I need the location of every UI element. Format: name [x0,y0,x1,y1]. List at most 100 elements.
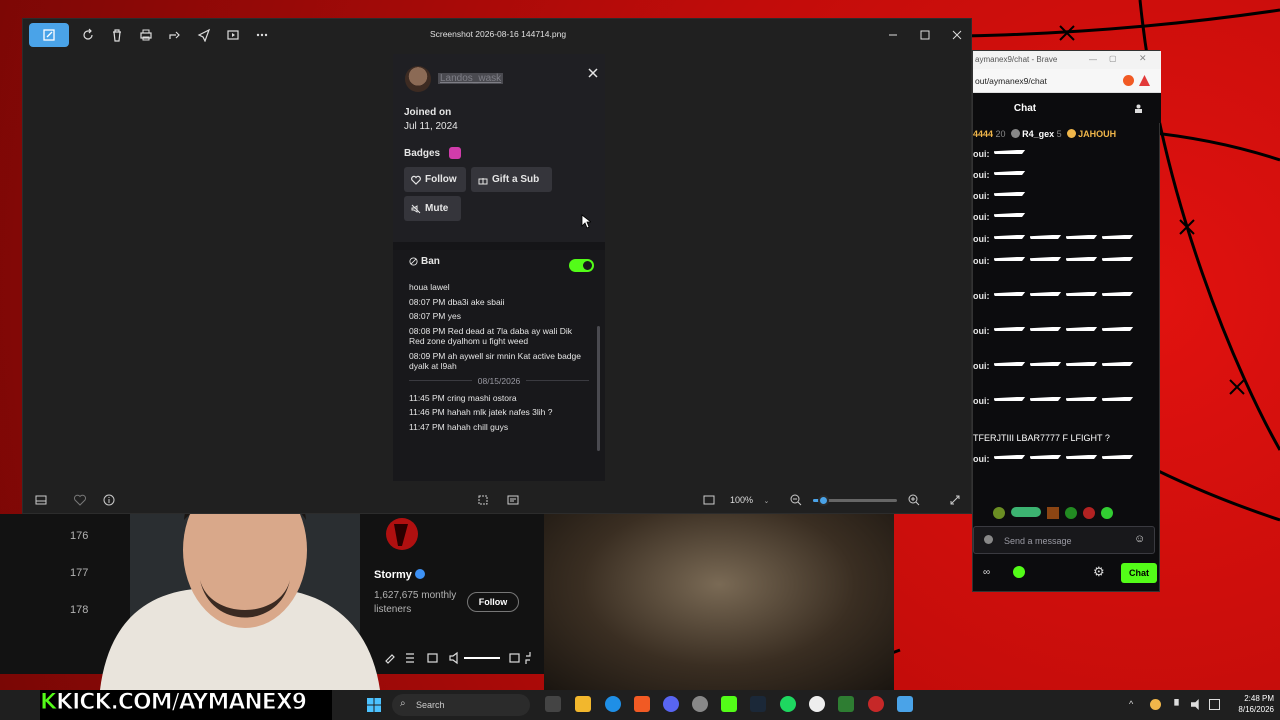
chrome-icon[interactable] [809,696,825,712]
address-bar[interactable]: out/aymanex9/chat [973,69,1161,93]
minimize-button[interactable] [883,25,903,45]
spotify-icon[interactable] [780,696,796,712]
gift-sub-button[interactable]: Gift a Sub [471,167,552,192]
emote-icon[interactable] [1065,507,1077,519]
more-button[interactable] [249,23,275,47]
file-explorer-icon[interactable] [575,696,591,712]
infinity-icon[interactable]: ∞ [983,567,990,578]
taskbar-search[interactable]: ⌕ Search [392,694,530,716]
chevron-up-icon[interactable]: ^ [1129,699,1140,710]
close-icon[interactable] [586,66,600,80]
emote-icon[interactable] [1011,507,1041,517]
close-icon[interactable]: ✕ [1139,53,1147,64]
screenshot-image: Landos_wask Joined on Jul 11, 2024 Badge… [393,54,605,481]
emote-icon [993,361,1026,371]
history-scrollbar[interactable] [597,326,600,451]
fit-screen-icon[interactable] [702,493,716,507]
steam-icon[interactable] [750,696,766,712]
discord-icon[interactable] [663,696,679,712]
compare-icon[interactable] [506,493,520,507]
terminal-icon[interactable] [838,696,854,712]
photos-icon[interactable] [897,696,913,712]
users-icon[interactable] [1133,103,1144,114]
gifter-item[interactable]: 4444 20 [973,129,1006,139]
brave-rewards-icon[interactable] [1139,75,1150,86]
mute-icon [411,204,421,213]
zoom-slider[interactable] [813,495,897,506]
player-controls[interactable] [380,648,540,668]
gifter-item[interactable]: R4_gex 5 [1010,129,1062,139]
chat-username[interactable]: oui: [973,149,990,159]
chat-username[interactable]: oui: [973,234,990,244]
chat-username[interactable]: oui: [973,361,990,371]
settings-icon[interactable] [692,696,708,712]
emote-icon[interactable] [993,507,1005,519]
brave-shield-icon[interactable] [1123,75,1134,86]
volume-icon[interactable] [1191,699,1199,710]
crop-icon[interactable] [476,493,490,507]
zoom-out-icon[interactable] [789,493,803,507]
print-button[interactable] [133,23,159,47]
task-view-icon[interactable] [545,696,561,712]
tray-app-icon[interactable] [1150,699,1161,710]
microphone-icon[interactable] [1174,699,1179,706]
zoom-level[interactable]: 100% ⌄ [730,495,769,505]
edit-button[interactable] [29,23,69,47]
divider [393,242,605,250]
viewer-bottom-bar: 100% ⌄ [23,485,973,515]
chat-message: oui: [973,454,1134,464]
follow-button[interactable]: Follow [404,167,466,192]
emote-bar [993,507,1113,519]
gifter-item[interactable]: JAHOUH [1066,129,1116,139]
fullscreen-icon[interactable] [948,493,962,507]
artist-name[interactable]: Stormy [374,569,425,581]
chat-username[interactable]: oui: [973,291,990,301]
emote-icon [993,234,1026,244]
emoji-icon[interactable]: ☺ [1134,533,1145,545]
delete-button[interactable] [104,23,130,47]
battery-icon[interactable] [1209,699,1220,710]
chat-username[interactable]: oui: [973,212,990,222]
emote-icon [993,149,1026,159]
close-button[interactable] [947,25,967,45]
artist-follow-button[interactable]: Follow [467,592,519,612]
filmstrip-icon[interactable] [34,493,48,507]
username-link[interactable]: Landos_wask [438,73,504,84]
brave-icon[interactable] [634,696,650,712]
maximize-icon[interactable]: ▢ [1109,54,1117,63]
chat-input[interactable]: Send a message ☺ [973,526,1155,554]
edge-icon[interactable] [605,696,621,712]
kick-icon[interactable] [1013,566,1025,578]
chat-username[interactable]: oui: [973,170,990,180]
send-button[interactable] [191,23,217,47]
zoom-in-icon[interactable] [907,493,921,507]
emote-icon [1029,234,1062,244]
windows-start-icon[interactable] [367,698,381,712]
kick-app-icon[interactable] [721,696,737,712]
taskbar-clock[interactable]: 2:48 PM 8/16/2026 [1226,693,1274,715]
ban-toggle[interactable] [569,259,594,272]
chat-send-button[interactable]: Chat [1121,563,1157,583]
emote-icon[interactable] [1047,507,1059,519]
chat-username[interactable]: oui: [973,256,990,266]
chat-username[interactable]: oui: [973,396,990,406]
maximize-button[interactable] [915,25,935,45]
sub-badge-icon [449,147,461,159]
share-button[interactable] [162,23,188,47]
obs-icon[interactable] [868,696,884,712]
favorite-icon[interactable] [73,493,87,507]
chat-popout-window: aymanex9/chat - Brave — ▢ ✕ out/aymanex9… [972,50,1161,592]
info-icon[interactable] [102,493,116,507]
mute-button[interactable]: Mute [404,196,461,221]
emote-icon[interactable] [1101,507,1113,519]
slideshow-button[interactable] [220,23,246,47]
viewer-title: Screenshot 2026-08-16 144714.png [429,29,567,39]
emote-icon[interactable] [1083,507,1095,519]
rotate-button[interactable] [75,23,101,47]
zoom-slider-thumb[interactable] [818,495,830,506]
settings-gear-icon[interactable]: ⚙ [1093,564,1105,580]
chat-username[interactable]: oui: [973,326,990,336]
chat-username[interactable]: oui: [973,191,990,201]
chat-message: oui: [973,212,1026,222]
minimize-icon[interactable]: — [1089,55,1097,64]
